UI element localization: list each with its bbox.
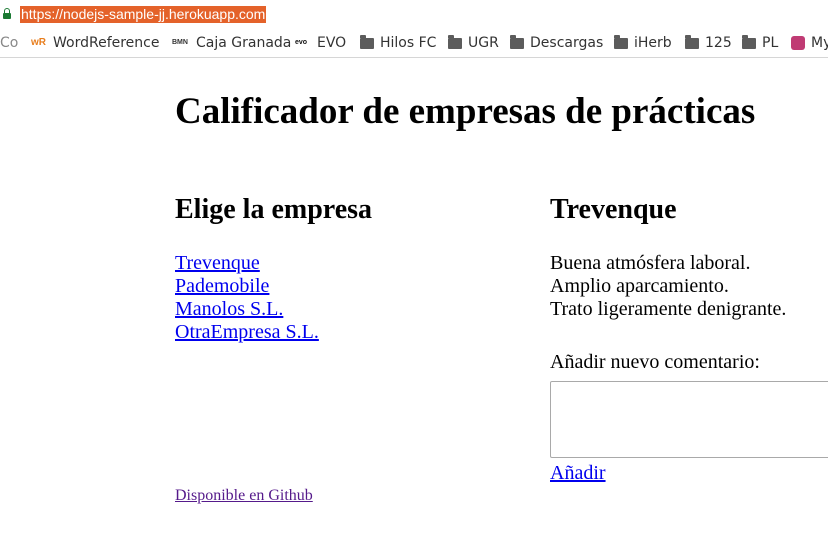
bookmark-descargas[interactable]: Descargas <box>510 34 603 52</box>
lock-icon <box>3 8 11 19</box>
new-comment-label: Añadir nuevo comentario: <box>550 351 760 373</box>
comments-list: Buena atmósfera laboral. Amplio aparcami… <box>550 252 786 321</box>
bookmark-iherb[interactable]: iHerb <box>614 34 672 52</box>
bookmark-caja-granada[interactable]: BMN Caja Granada <box>172 34 291 52</box>
new-comment-textarea[interactable] <box>550 381 828 458</box>
page-title: Calificador de empresas de prácticas <box>175 91 756 132</box>
bookmark-my[interactable]: My <box>791 34 828 52</box>
company-link-pademobile[interactable]: Pademobile <box>175 275 319 298</box>
company-link-otraempresa[interactable]: OtraEmpresa S.L. <box>175 321 319 344</box>
comment-item: Amplio aparcamiento. <box>550 275 729 297</box>
comment-item: Buena atmósfera laboral. <box>550 252 751 274</box>
company-link-trevenque[interactable]: Trevenque <box>175 252 319 275</box>
bmn-icon: BMN <box>172 39 188 46</box>
bookmarks-bar: Co wR WordReference BMN Caja Granada evo EV… <box>0 28 828 58</box>
bookmark-hilos-fc[interactable]: Hilos FC <box>360 34 436 52</box>
my-icon <box>791 36 805 50</box>
bookmark-pl[interactable]: PL <box>742 34 778 52</box>
evo-icon: evo <box>295 39 308 46</box>
companies-heading: Elige la empresa <box>175 194 373 225</box>
add-comment-link[interactable]: Añadir <box>550 462 606 485</box>
selected-company-heading: Trevenque <box>550 194 677 225</box>
folder-icon <box>510 35 524 49</box>
address-bar[interactable]: https://nodejs-sample-jj.herokuapp.com <box>0 0 828 28</box>
companies-list: Trevenque Pademobile Manolos S.L. OtraEm… <box>175 252 319 344</box>
wordreference-icon: wR <box>31 37 46 48</box>
folder-icon <box>614 35 628 49</box>
comment-item: Trato ligeramente denigrante. <box>550 298 787 320</box>
folder-icon <box>360 35 374 49</box>
folder-icon <box>742 35 756 49</box>
github-link[interactable]: Disponible en Github <box>175 486 313 505</box>
folder-icon <box>448 35 462 49</box>
bookmark-125[interactable]: 125 <box>685 34 732 52</box>
url-text[interactable]: https://nodejs-sample-jj.herokuapp.com <box>20 6 267 23</box>
company-link-manolos[interactable]: Manolos S.L. <box>175 298 319 321</box>
bookmark-ugr[interactable]: UGR <box>448 34 499 52</box>
folder-icon <box>685 35 699 49</box>
bookmark-wordreference[interactable]: wR WordReference <box>31 34 159 52</box>
bookmark-co[interactable]: Co <box>0 34 18 52</box>
bookmark-evo[interactable]: evo EVO <box>295 34 346 52</box>
